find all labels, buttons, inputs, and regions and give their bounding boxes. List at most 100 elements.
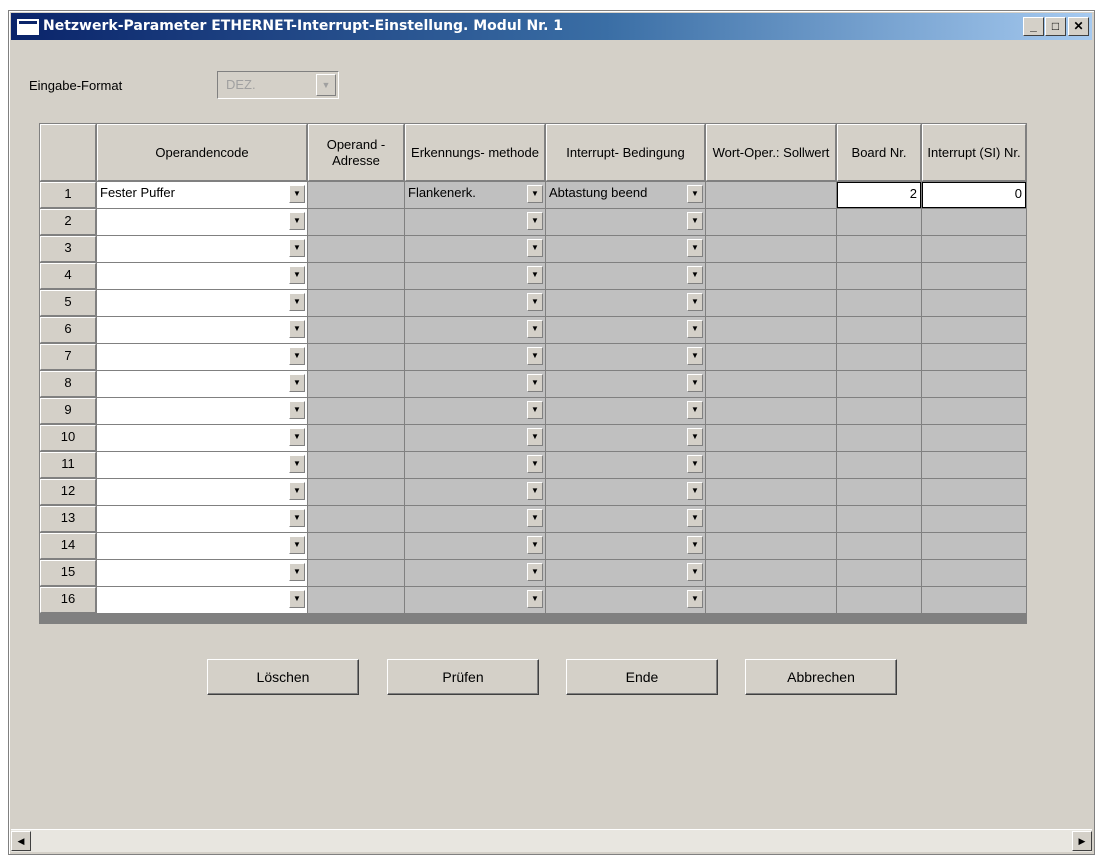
cell-erkennungsmethode[interactable]: ▼	[405, 371, 545, 397]
cell-operand-adresse[interactable]	[308, 290, 404, 316]
cell-erkennungsmethode[interactable]: ▼	[405, 398, 545, 424]
cell-erkennungsmethode[interactable]: ▼	[405, 290, 545, 316]
cell-operand-adresse[interactable]	[308, 182, 404, 208]
chevron-down-icon[interactable]: ▼	[527, 293, 543, 311]
chevron-down-icon[interactable]: ▼	[687, 590, 703, 608]
chevron-down-icon[interactable]: ▼	[687, 347, 703, 365]
cell-operand-adresse[interactable]	[308, 371, 404, 397]
cell-wort-oper-sollwert[interactable]	[706, 317, 836, 343]
chevron-down-icon[interactable]: ▼	[687, 482, 703, 500]
cell-erkennungsmethode[interactable]: ▼	[405, 479, 545, 505]
cell-operandencode[interactable]: ▼	[97, 452, 307, 478]
cell-wort-oper-sollwert[interactable]	[706, 560, 836, 586]
chevron-down-icon[interactable]: ▼	[289, 455, 305, 473]
cell-operand-adresse[interactable]	[308, 560, 404, 586]
cell-operandencode[interactable]: ▼	[97, 398, 307, 424]
chevron-down-icon[interactable]: ▼	[527, 266, 543, 284]
cell-erkennungsmethode[interactable]: ▼	[405, 506, 545, 532]
cell-interrupt-si-nr[interactable]	[922, 533, 1026, 559]
cell-operand-adresse[interactable]	[308, 452, 404, 478]
chevron-down-icon[interactable]: ▼	[289, 509, 305, 527]
chevron-down-icon[interactable]: ▼	[289, 239, 305, 257]
input-format-select[interactable]: DEZ. ▼	[217, 71, 339, 99]
chevron-down-icon[interactable]: ▼	[289, 374, 305, 392]
chevron-down-icon[interactable]: ▼	[289, 347, 305, 365]
close-button[interactable]: ✕	[1068, 17, 1089, 36]
cell-erkennungsmethode[interactable]: Flankenerk. ▼	[405, 182, 545, 208]
cell-operand-adresse[interactable]	[308, 209, 404, 235]
title-bar[interactable]: Netzwerk-Parameter ETHERNET-Interrupt-Ei…	[11, 13, 1092, 40]
cell-operandencode[interactable]: ▼	[97, 371, 307, 397]
chevron-down-icon[interactable]: ▼	[527, 428, 543, 446]
cell-operandencode[interactable]: ▼	[97, 560, 307, 586]
cell-operand-adresse[interactable]	[308, 425, 404, 451]
cell-erkennungsmethode[interactable]: ▼	[405, 560, 545, 586]
cell-erkennungsmethode[interactable]: ▼	[405, 209, 545, 235]
cell-interrupt-bedingung[interactable]: ▼	[546, 479, 705, 505]
cell-wort-oper-sollwert[interactable]	[706, 533, 836, 559]
cell-interrupt-si-nr[interactable]	[922, 506, 1026, 532]
cell-operand-adresse[interactable]	[308, 398, 404, 424]
cell-board-nr[interactable]	[837, 263, 921, 289]
cell-erkennungsmethode[interactable]: ▼	[405, 425, 545, 451]
cell-board-nr[interactable]	[837, 371, 921, 397]
abbrechen-button[interactable]: Abbrechen	[745, 659, 897, 695]
cell-operand-adresse[interactable]	[308, 587, 404, 613]
cell-board-nr[interactable]	[837, 533, 921, 559]
cell-erkennungsmethode[interactable]: ▼	[405, 533, 545, 559]
chevron-down-icon[interactable]: ▼	[289, 185, 305, 203]
cell-interrupt-bedingung[interactable]: ▼	[546, 317, 705, 343]
cell-board-nr[interactable]	[837, 317, 921, 343]
cell-interrupt-bedingung[interactable]: ▼	[546, 371, 705, 397]
chevron-down-icon[interactable]: ▼	[289, 536, 305, 554]
cell-operandencode[interactable]: Fester Puffer ▼	[97, 182, 307, 208]
chevron-down-icon[interactable]: ▼	[289, 212, 305, 230]
cell-interrupt-bedingung[interactable]: ▼	[546, 560, 705, 586]
cell-wort-oper-sollwert[interactable]	[706, 452, 836, 478]
cell-interrupt-si-nr[interactable]	[922, 452, 1026, 478]
chevron-down-icon[interactable]: ▼	[687, 536, 703, 554]
cell-operandencode[interactable]: ▼	[97, 533, 307, 559]
cell-board-nr[interactable]	[837, 425, 921, 451]
cell-operandencode[interactable]: ▼	[97, 236, 307, 262]
cell-interrupt-bedingung[interactable]: ▼	[546, 344, 705, 370]
chevron-down-icon[interactable]: ▼	[527, 536, 543, 554]
scroll-left-icon[interactable]: ◀	[11, 831, 31, 851]
chevron-down-icon[interactable]: ▼	[527, 239, 543, 257]
minimize-button[interactable]: _	[1023, 17, 1044, 36]
cell-wort-oper-sollwert[interactable]	[706, 398, 836, 424]
cell-operand-adresse[interactable]	[308, 506, 404, 532]
chevron-down-icon[interactable]: ▼	[687, 428, 703, 446]
cell-wort-oper-sollwert[interactable]	[706, 479, 836, 505]
cell-interrupt-bedingung[interactable]: ▼	[546, 452, 705, 478]
pruefen-button[interactable]: Prüfen	[387, 659, 539, 695]
cell-erkennungsmethode[interactable]: ▼	[405, 344, 545, 370]
cell-board-nr[interactable]: 2	[837, 182, 921, 208]
cell-operandencode[interactable]: ▼	[97, 479, 307, 505]
cell-operand-adresse[interactable]	[308, 533, 404, 559]
chevron-down-icon[interactable]: ▼	[289, 401, 305, 419]
cell-operandencode[interactable]: ▼	[97, 317, 307, 343]
chevron-down-icon[interactable]: ▼	[527, 212, 543, 230]
cell-interrupt-si-nr[interactable]	[922, 560, 1026, 586]
chevron-down-icon[interactable]: ▼	[289, 428, 305, 446]
cell-erkennungsmethode[interactable]: ▼	[405, 263, 545, 289]
cell-operand-adresse[interactable]	[308, 344, 404, 370]
chevron-down-icon[interactable]: ▼	[289, 482, 305, 500]
cell-board-nr[interactable]	[837, 452, 921, 478]
chevron-down-icon[interactable]: ▼	[687, 401, 703, 419]
cell-interrupt-si-nr[interactable]	[922, 317, 1026, 343]
cell-interrupt-bedingung[interactable]: ▼	[546, 290, 705, 316]
chevron-down-icon[interactable]: ▼	[527, 509, 543, 527]
cell-operandencode[interactable]: ▼	[97, 587, 307, 613]
cell-board-nr[interactable]	[837, 209, 921, 235]
cell-operandencode[interactable]: ▼	[97, 209, 307, 235]
cell-wort-oper-sollwert[interactable]	[706, 263, 836, 289]
chevron-down-icon[interactable]: ▼	[289, 320, 305, 338]
cell-interrupt-bedingung[interactable]: ▼	[546, 506, 705, 532]
cell-board-nr[interactable]	[837, 236, 921, 262]
cell-operand-adresse[interactable]	[308, 479, 404, 505]
chevron-down-icon[interactable]: ▼	[527, 455, 543, 473]
cell-operandencode[interactable]: ▼	[97, 344, 307, 370]
chevron-down-icon[interactable]: ▼	[687, 563, 703, 581]
